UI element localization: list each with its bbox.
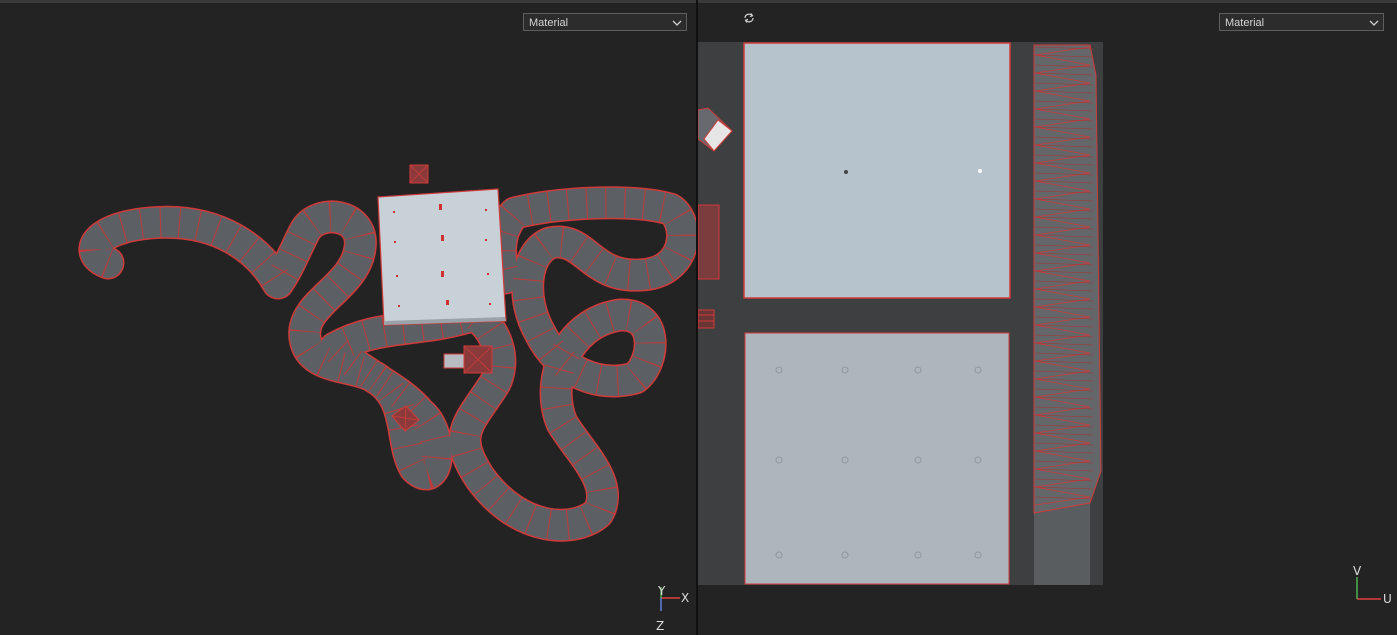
sync-icon[interactable]	[742, 11, 756, 25]
uv-island-red-strips[interactable]	[698, 309, 715, 329]
axis-u-label: U	[1383, 592, 1392, 606]
axis-v-label: V	[1353, 564, 1362, 578]
shading-mode-value-uv: Material	[1225, 17, 1265, 29]
shading-mode-value: Material	[529, 17, 569, 29]
shading-mode-dropdown[interactable]: Material	[523, 13, 687, 31]
axis-z-label: Z	[656, 619, 665, 633]
uv-layout-view[interactable]	[698, 3, 1397, 635]
viewport-uv[interactable]: Material V U	[698, 3, 1397, 635]
chevron-down-icon	[1369, 14, 1379, 32]
uv-island-red-box[interactable]	[698, 204, 720, 280]
uv-axis-gizmo	[1356, 577, 1381, 600]
viewport-3d[interactable]: Material Y X Z	[0, 3, 696, 635]
axis-y-label: Y	[658, 584, 666, 598]
axis-x-label: X	[681, 591, 690, 605]
box-object-middle[interactable]	[443, 345, 493, 374]
uv-island-ground-bottom[interactable]	[744, 332, 1010, 585]
chevron-down-icon	[672, 14, 682, 32]
uv-island-ground-top[interactable]	[743, 42, 1011, 299]
shading-mode-dropdown-uv[interactable]: Material	[1219, 13, 1384, 31]
box-object-top[interactable]	[409, 164, 429, 184]
scene-3d-view[interactable]	[0, 3, 696, 635]
